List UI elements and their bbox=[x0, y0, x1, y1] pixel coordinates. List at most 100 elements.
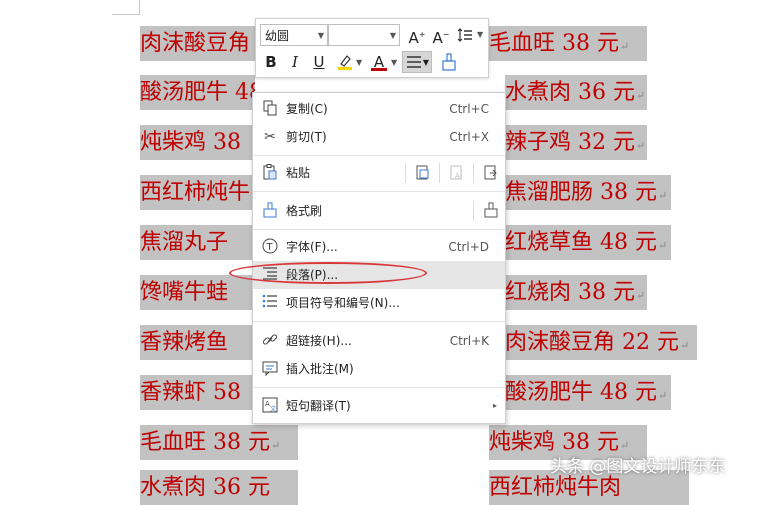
text-line[interactable]: 酸汤肥牛 48 元 bbox=[140, 75, 255, 110]
align-button[interactable]: ▼ bbox=[402, 51, 432, 73]
paragraph-mark: ↵ bbox=[657, 239, 668, 252]
text-line[interactable]: 馋嘴牛蛙 bbox=[140, 275, 255, 310]
text-line[interactable]: 焦溜丸子 bbox=[140, 225, 255, 260]
highlight-color-button[interactable] bbox=[334, 51, 356, 73]
format-painter-button[interactable] bbox=[438, 51, 460, 73]
menu-item-shortcut: Ctrl+C bbox=[449, 102, 489, 116]
chevron-down-icon[interactable]: ▼ bbox=[477, 30, 483, 39]
paste-text-only-icon[interactable]: A bbox=[448, 164, 466, 182]
paragraph-mark: ↵ bbox=[635, 139, 646, 152]
chevron-down-icon: ▼ bbox=[317, 31, 324, 40]
shrink-font-icon: A bbox=[432, 29, 443, 47]
cut-icon: ✂ bbox=[264, 129, 276, 145]
menu-item-insert-comment[interactable]: 插入批注(M) bbox=[253, 355, 505, 383]
highlighter-icon bbox=[338, 55, 352, 70]
menu-item-shortcut: Ctrl+X bbox=[449, 130, 489, 144]
svg-text:T: T bbox=[266, 242, 274, 253]
paragraph-mark: ↵ bbox=[657, 189, 668, 202]
text-line[interactable]: 辣子鸡 32 元↵ bbox=[505, 125, 647, 160]
grow-font-button[interactable]: A+ bbox=[406, 24, 428, 47]
menu-item-label: 超链接(H)... bbox=[286, 334, 352, 348]
text-line[interactable]: 水煮肉 36 元↵ bbox=[505, 75, 647, 110]
menu-divider bbox=[439, 163, 440, 183]
menu-item-hyperlink[interactable]: 超链接(H)... Ctrl+K bbox=[253, 327, 505, 355]
menu-item-label: 剪切(T) bbox=[286, 130, 327, 144]
margin-corner-mark bbox=[112, 14, 140, 15]
comment-icon bbox=[261, 360, 279, 378]
line-spacing-button[interactable] bbox=[454, 24, 476, 46]
font-size-combo[interactable]: ▼ bbox=[328, 24, 400, 46]
text-line[interactable]: 毛血旺 38 元↵ bbox=[140, 425, 298, 460]
text-line[interactable]: 红烧草鱼 48 元↵ bbox=[505, 225, 671, 260]
italic-button[interactable]: I bbox=[284, 51, 306, 73]
format-painter-icon bbox=[442, 53, 456, 71]
menu-separator bbox=[253, 191, 505, 192]
menu-item-cut[interactable]: ✂ 剪切(T) Ctrl+X bbox=[253, 123, 505, 151]
chevron-down-icon[interactable]: ▼ bbox=[391, 58, 397, 67]
text-line[interactable]: 香辣虾 58 bbox=[140, 375, 255, 410]
menu-item-shortcut: Ctrl+D bbox=[448, 240, 489, 254]
grow-font-icon: A bbox=[408, 29, 419, 47]
watermark-text: 头条 @图文设计师东东 bbox=[550, 457, 726, 477]
font-color-bar bbox=[371, 68, 387, 71]
text-line[interactable]: 肉沫酸豆角 bbox=[140, 26, 255, 61]
text-line[interactable]: 毛血旺 38 元↵ bbox=[489, 26, 647, 61]
mini-format-toolbar: 幼圆 ▼ ▼ A+ A− ▼ B I U ▼ A ▼ ▼ bbox=[255, 18, 489, 78]
menu-separator bbox=[253, 321, 505, 322]
menu-item-bullets-numbering[interactable]: 项目符号和编号(N)... bbox=[253, 289, 505, 317]
text-line[interactable]: 肉沫酸豆角 22 元↵ bbox=[505, 325, 697, 360]
svg-text:文: 文 bbox=[270, 405, 276, 413]
format-painter-alt-icon[interactable] bbox=[482, 202, 500, 220]
text-line[interactable]: 水煮肉 36 元 bbox=[140, 470, 298, 505]
paragraph-mark: ↵ bbox=[635, 289, 646, 302]
menu-item-label: 短句翻译(T) bbox=[286, 399, 351, 413]
text-line[interactable]: 香辣烤鱼 bbox=[140, 325, 255, 360]
bold-button[interactable]: B bbox=[260, 51, 282, 73]
format-painter-icon bbox=[261, 202, 279, 220]
paste-special-icon[interactable] bbox=[482, 164, 500, 182]
font-name-value: 幼圆 bbox=[265, 29, 290, 43]
menu-item-label: 字体(F)... bbox=[286, 240, 338, 254]
paste-keep-format-icon[interactable] bbox=[414, 164, 432, 182]
font-color-button[interactable]: A bbox=[368, 51, 390, 73]
svg-text:A: A bbox=[455, 172, 460, 180]
menu-item-copy[interactable]: 复制(C) Ctrl+C bbox=[253, 95, 505, 123]
menu-item-label: 项目符号和编号(N)... bbox=[286, 296, 400, 310]
menu-item-format-painter[interactable]: 格式刷 bbox=[253, 197, 505, 225]
menu-item-label: 粘贴 bbox=[286, 166, 311, 180]
shrink-font-button[interactable]: A− bbox=[430, 24, 452, 47]
text-line[interactable]: 西红柿炖牛 bbox=[140, 175, 255, 210]
menu-item-label: 格式刷 bbox=[286, 204, 323, 218]
paragraph-mark: ↵ bbox=[635, 89, 646, 102]
menu-divider bbox=[473, 163, 474, 183]
font-icon: T bbox=[261, 238, 279, 256]
menu-separator bbox=[253, 229, 505, 230]
paragraph-mark: ↵ bbox=[270, 439, 281, 452]
chevron-right-icon: ▸ bbox=[492, 401, 497, 410]
menu-separator bbox=[253, 387, 505, 388]
chevron-down-icon[interactable]: ▼ bbox=[356, 58, 362, 67]
menu-item-label: 复制(C) bbox=[286, 102, 328, 116]
text-line[interactable]: 焦溜肥肠 38 元↵ bbox=[505, 175, 671, 210]
menu-item-label: 插入批注(M) bbox=[286, 362, 354, 376]
font-name-combo[interactable]: 幼圆 ▼ bbox=[260, 24, 328, 46]
bullets-icon bbox=[261, 294, 279, 312]
paragraph-mark: ↵ bbox=[657, 389, 668, 402]
margin-corner-mark-vertical bbox=[139, 0, 140, 14]
menu-item-translate[interactable]: A文 短句翻译(T) ▸ bbox=[253, 392, 505, 420]
paragraph-mark: ↵ bbox=[619, 40, 630, 53]
hyperlink-icon bbox=[261, 332, 279, 350]
menu-item-paste[interactable]: 粘贴 A bbox=[253, 159, 505, 187]
underline-button[interactable]: U bbox=[308, 51, 330, 73]
menu-divider bbox=[405, 163, 406, 183]
chevron-down-icon: ▼ bbox=[389, 31, 396, 40]
text-line[interactable]: 炖柴鸡 38 bbox=[140, 125, 255, 160]
menu-item-shortcut: Ctrl+K bbox=[449, 334, 489, 348]
text-line[interactable]: 红烧肉 38 元↵ bbox=[505, 275, 647, 310]
paste-icon bbox=[261, 164, 279, 182]
menu-item-font[interactable]: T 字体(F)... Ctrl+D bbox=[253, 233, 505, 261]
text-line[interactable]: 酸汤肥牛 48 元↵ bbox=[505, 375, 671, 410]
align-justify-icon bbox=[407, 56, 421, 68]
paragraph-mark: ↵ bbox=[679, 339, 690, 352]
context-menu: 复制(C) Ctrl+C ✂ 剪切(T) Ctrl+X 粘贴 A 格式刷 T 字… bbox=[252, 92, 506, 424]
